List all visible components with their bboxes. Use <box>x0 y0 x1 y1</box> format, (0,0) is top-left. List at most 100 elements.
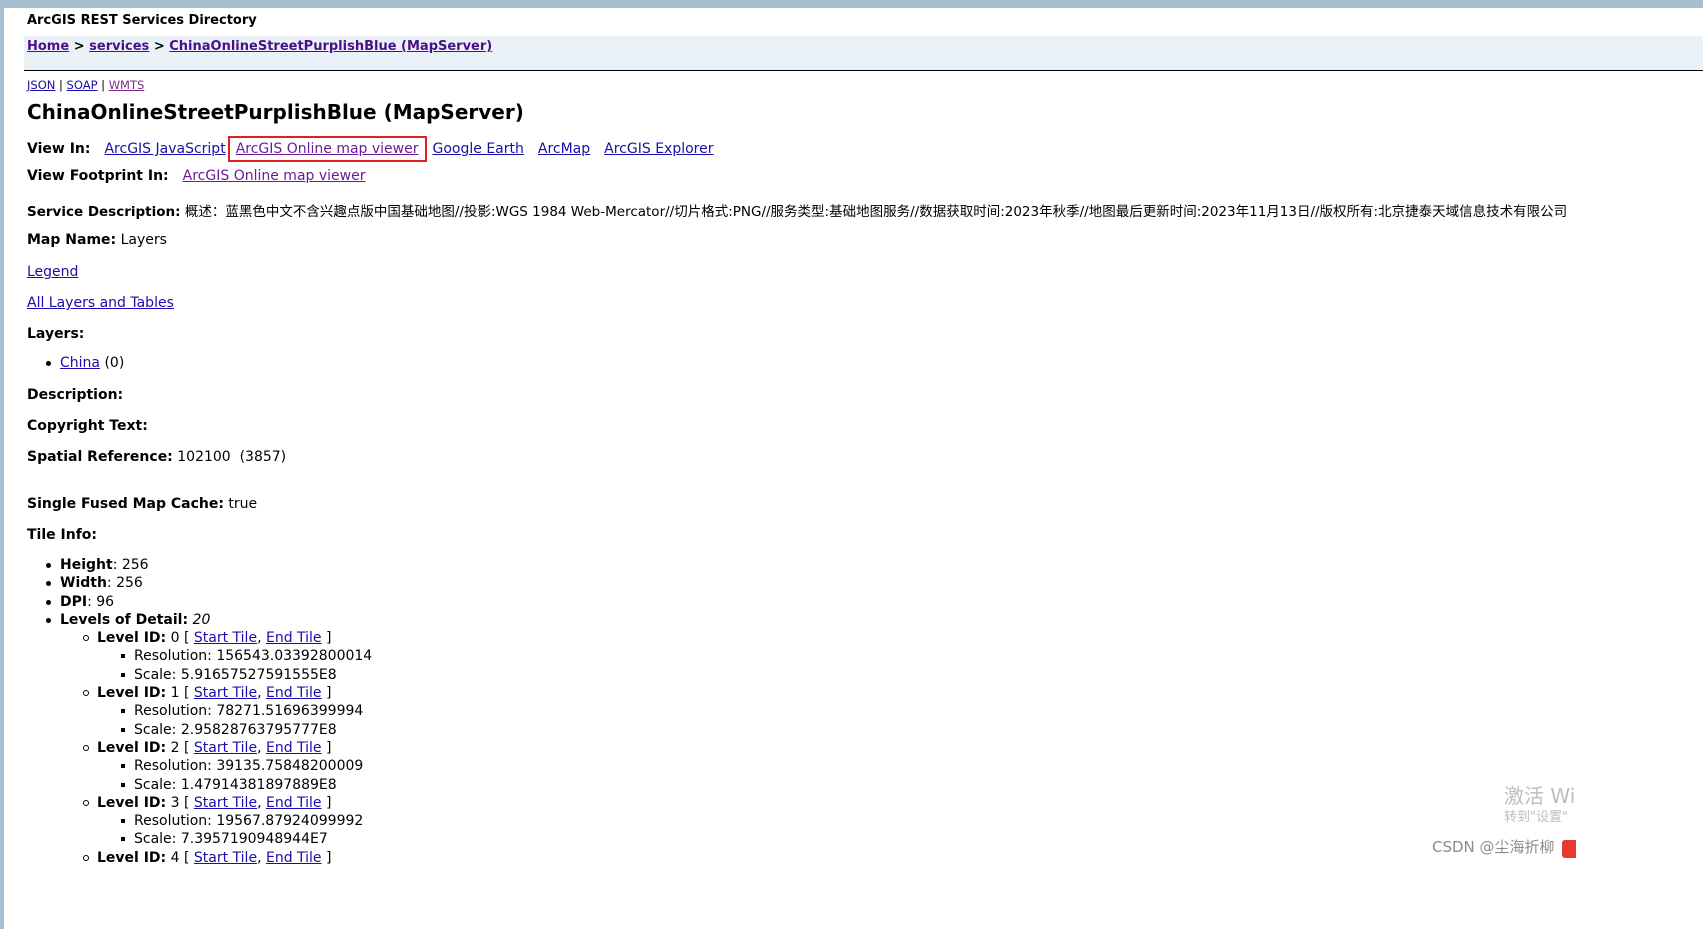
level-id-value: 4 <box>170 849 180 866</box>
dpi-value: : 96 <box>87 593 115 610</box>
copyright-row: Copyright Text: <box>27 418 148 434</box>
service-description-value: 概述：蓝黑色中文不含兴趣点版中国基础地图//投影:WGS 1984 Web-Me… <box>184 204 1568 220</box>
layer-china-link[interactable]: China <box>60 355 100 371</box>
level-detail: Scale: 1.47914381897889E8 <box>121 776 372 794</box>
circle-bullet-icon <box>83 854 89 861</box>
square-bullet-icon <box>121 782 125 787</box>
resolution-text: Resolution: 39135.75848200009 <box>134 758 364 775</box>
resolution-text: Resolution: 19567.87924099992 <box>134 813 364 830</box>
google-earth-link[interactable]: Google Earth <box>433 141 524 157</box>
list-item: DPI: 96 <box>46 593 298 611</box>
bullet-icon <box>46 599 51 605</box>
all-layers-row: All Layers and Tables <box>27 295 174 311</box>
layer-id: (0) <box>104 355 125 371</box>
windows-activation-watermark: 激活 Wi <box>1504 784 1576 808</box>
tile-info-heading: Tile Info: <box>27 527 97 543</box>
level-item: Level ID: 2 [ Start Tile, End Tile ] Res… <box>83 739 363 794</box>
start-tile-link[interactable]: Start Tile <box>194 685 257 701</box>
dpi-label: DPI <box>60 593 88 610</box>
page-content: ArcGIS REST Services Directory Home > se… <box>4 8 1703 929</box>
start-tile-link[interactable]: Start Tile <box>194 850 257 866</box>
view-in-row: View In: ArcGIS JavaScript ArcGIS Online m… <box>27 136 713 162</box>
list-item: Width: 256 <box>46 574 298 592</box>
level-detail: Scale: 7.3957190948944E7 <box>121 830 372 848</box>
end-tile-link[interactable]: End Tile <box>266 630 322 646</box>
level-detail: Scale: 2.95828763795777E8 <box>121 721 372 739</box>
square-bullet-icon <box>121 819 125 824</box>
level-id-value: 0 <box>170 630 180 647</box>
service-description-row: Service Description: 概述：蓝黑色中文不含兴趣点版中国基础地… <box>27 200 1567 220</box>
soap-link[interactable]: SOAP <box>67 78 98 92</box>
lod-count: 20 <box>192 611 211 628</box>
level-detail: Resolution: 39135.75848200009 <box>121 757 372 775</box>
view-footprint-row: View Footprint In: ArcGIS Online map view… <box>27 168 365 184</box>
list-item: Height: 256 <box>46 556 298 574</box>
level-id-value: 2 <box>170 739 180 756</box>
start-tile-link[interactable]: Start Tile <box>194 740 257 756</box>
end-tile-link[interactable]: End Tile <box>266 795 322 811</box>
tile-info-list: Height: 256 Width: 256 DPI: 96 Levels of… <box>46 556 372 867</box>
scale-text: Scale: 7.3957190948944E7 <box>134 831 328 848</box>
arcgis-explorer-link[interactable]: ArcGIS Explorer <box>604 141 713 157</box>
resolution-text: Resolution: 156543.03392800014 <box>134 648 373 665</box>
height-label: Height <box>60 557 113 573</box>
start-tile-link[interactable]: Start Tile <box>194 630 257 646</box>
map-name-row: Map Name: Layers <box>27 232 167 248</box>
square-bullet-icon <box>121 764 125 769</box>
list-item: Levels of Detail: 20 Level ID: 0 [ Start… <box>46 611 372 867</box>
windows-activation-hint: 转到"设置" <box>1504 810 1568 825</box>
level-details: Resolution: 19567.87924099992 Scale: 7.3… <box>121 812 372 849</box>
arcgis-javascript-link[interactable]: ArcGIS JavaScript <box>104 141 225 157</box>
spatial-reference-label: Spatial Reference: <box>27 449 173 465</box>
square-bullet-icon <box>121 672 125 677</box>
end-tile-link[interactable]: End Tile <box>266 740 322 756</box>
level-id-label: Level ID: <box>97 849 167 866</box>
description-row: Description: <box>27 387 123 403</box>
resolution-text: Resolution: 78271.51696399994 <box>134 703 364 720</box>
all-layers-link[interactable]: All Layers and Tables <box>27 295 174 311</box>
map-name-label: Map Name: <box>27 232 117 248</box>
level-item: Level ID: 4 [ Start Tile, End Tile ] <box>83 849 335 867</box>
end-tile-link[interactable]: End Tile <box>266 850 322 866</box>
format-separator: | <box>97 78 109 92</box>
view-footprint-label: View Footprint In: <box>27 168 169 184</box>
arcmap-link[interactable]: ArcMap <box>538 141 590 157</box>
breadcrumb-separator: > <box>149 39 170 54</box>
spatial-reference-row: Spatial Reference: 102100 (3857) <box>27 449 286 465</box>
legend-link[interactable]: Legend <box>27 264 78 280</box>
page-title: ChinaOnlineStreetPurplishBlue (MapServer… <box>27 100 524 124</box>
app-title: ArcGIS REST Services Directory <box>27 13 257 28</box>
breadcrumb-home-link[interactable]: Home <box>27 39 69 54</box>
width-value: : 256 <box>106 575 143 592</box>
level-item: Level ID: 3 [ Start Tile, End Tile ] Res… <box>83 794 363 849</box>
level-detail: Resolution: 19567.87924099992 <box>121 812 372 830</box>
square-bullet-icon <box>121 709 125 714</box>
level-id-value: 3 <box>170 794 180 811</box>
lod-label: Levels of Detail: <box>60 611 189 628</box>
breadcrumb-services-link[interactable]: services <box>89 39 149 54</box>
fused-cache-value: true <box>228 496 258 512</box>
wmts-link[interactable]: WMTS <box>109 78 145 92</box>
level-id-label: Level ID: <box>97 794 167 811</box>
breadcrumb: Home > services > ChinaOnlineStreetPurpl… <box>27 39 492 54</box>
level-details: Resolution: 39135.75848200009 Scale: 1.4… <box>121 757 372 794</box>
end-tile-link[interactable]: End Tile <box>266 685 322 701</box>
circle-bullet-icon <box>83 635 89 642</box>
json-link[interactable]: JSON <box>27 78 55 92</box>
view-in-label: View In: <box>27 141 91 157</box>
layers-label: Layers: <box>27 326 85 342</box>
level-id-label: Level ID: <box>97 630 167 647</box>
window-top-border <box>0 0 1703 8</box>
copyright-label: Copyright Text: <box>27 418 148 434</box>
start-tile-link[interactable]: Start Tile <box>194 795 257 811</box>
breadcrumb-current-link[interactable]: ChinaOnlineStreetPurplishBlue (MapServer… <box>169 39 492 54</box>
circle-bullet-icon <box>83 799 89 806</box>
square-bullet-icon <box>121 654 125 659</box>
level-id-label: Level ID: <box>97 739 167 756</box>
level-item: Level ID: 1 [ Start Tile, End Tile ] Res… <box>83 684 363 739</box>
service-description-label: Service Description: <box>27 204 181 220</box>
level-detail: Scale: 5.91657527591555E8 <box>121 666 372 684</box>
layers-heading: Layers: <box>27 326 84 342</box>
arcgis-online-viewer-link[interactable]: ArcGIS Online map viewer <box>236 141 419 157</box>
footprint-viewer-link[interactable]: ArcGIS Online map viewer <box>183 168 366 184</box>
